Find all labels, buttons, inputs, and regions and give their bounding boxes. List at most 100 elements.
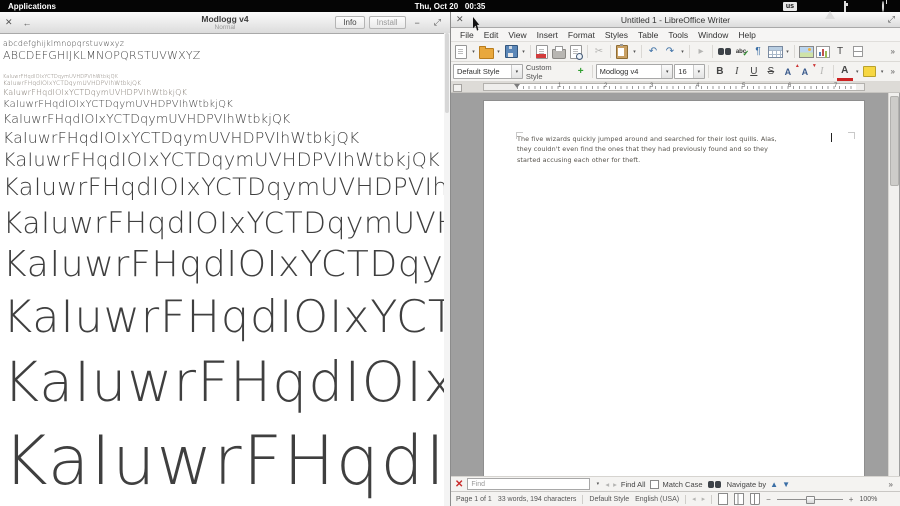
notifications-icon[interactable]	[863, 2, 873, 11]
italic-icon[interactable]: I	[729, 64, 745, 80]
find-input[interactable]: Find	[467, 478, 590, 490]
install-button[interactable]: Install	[369, 16, 406, 29]
minimize-icon[interactable]: −	[410, 18, 425, 28]
find-all-button[interactable]: Find All	[621, 480, 646, 489]
network-icon[interactable]	[825, 2, 835, 11]
font-color-icon[interactable]: A	[837, 62, 853, 81]
export-pdf-icon[interactable]	[534, 44, 550, 60]
undo-icon[interactable]: ↶	[645, 44, 661, 60]
document-page[interactable]: The five wizards quickly jumped around a…	[483, 100, 865, 476]
find-history-dropdown[interactable]: ▾	[594, 481, 601, 487]
open-dropdown[interactable]: ▾	[495, 49, 502, 55]
clear-formatting-icon[interactable]: I	[814, 64, 830, 80]
close-find-icon[interactable]: ✕	[455, 479, 463, 490]
horizontal-ruler[interactable]: 1 2 3 4 5 6 7	[451, 82, 900, 93]
battery-icon[interactable]	[844, 2, 854, 11]
zoom-level[interactable]: 100%	[859, 496, 877, 503]
indent-marker[interactable]	[514, 84, 520, 88]
page-style[interactable]: Default Style	[589, 496, 629, 503]
insert-textbox-icon[interactable]: T	[832, 44, 848, 60]
menu-insert[interactable]: Insert	[532, 30, 563, 40]
scrollbar-thumb[interactable]	[890, 96, 899, 186]
underline-icon[interactable]: U	[746, 64, 762, 80]
single-page-view-icon[interactable]	[718, 493, 728, 505]
font-color-dropdown[interactable]: ▾	[854, 69, 861, 75]
insert-table-dropdown[interactable]: ▾	[784, 49, 791, 55]
book-view-icon[interactable]	[750, 493, 760, 505]
menu-view[interactable]: View	[503, 30, 531, 40]
paragraph-style-combo[interactable]: Default Style ▾	[453, 64, 523, 79]
redo-dropdown[interactable]: ▾	[679, 49, 686, 55]
find-replace-icon[interactable]	[707, 476, 723, 492]
find-replace-icon[interactable]	[716, 44, 732, 60]
word-count[interactable]: 33 words, 194 characters	[498, 496, 577, 503]
new-document-icon[interactable]	[453, 44, 469, 60]
navigate-previous-icon[interactable]: ▲	[770, 480, 778, 489]
spelling-icon[interactable]: abc✓	[733, 44, 749, 60]
page-count[interactable]: Page 1 of 1	[456, 496, 492, 503]
find-next-icon[interactable]: ▸	[613, 480, 617, 489]
text-language[interactable]: English (USA)	[635, 496, 679, 503]
chevron-down-icon[interactable]: ▾	[693, 65, 704, 78]
toolbar-overflow-icon[interactable]: »	[888, 67, 898, 76]
back-icon[interactable]: ←	[18, 18, 37, 28]
applications-menu[interactable]: Applications	[0, 2, 64, 11]
find-previous-icon[interactable]: ◂	[605, 480, 609, 489]
menu-help[interactable]: Help	[733, 30, 760, 40]
zoom-slider-thumb[interactable]	[806, 496, 815, 504]
save-dropdown[interactable]: ▾	[520, 49, 527, 55]
formatting-marks-icon[interactable]: ¶	[750, 44, 766, 60]
document-text[interactable]: The five wizards quickly jumped around a…	[517, 134, 855, 165]
paste-dropdown[interactable]: ▾	[631, 49, 638, 55]
zoom-slider[interactable]	[777, 495, 843, 504]
highlight-dropdown[interactable]: ▾	[879, 69, 886, 75]
decrease-font-icon[interactable]: A▼	[797, 64, 813, 80]
menu-file[interactable]: File	[455, 30, 479, 40]
redo-icon[interactable]: ↷	[662, 44, 678, 60]
print-icon[interactable]	[551, 44, 567, 60]
maximize-icon[interactable]: ⤢	[883, 14, 900, 25]
new-document-dropdown[interactable]: ▾	[470, 49, 477, 55]
bold-icon[interactable]: B	[712, 64, 728, 80]
navigate-next-icon[interactable]: ▼	[782, 480, 790, 489]
menu-format[interactable]: Format	[563, 30, 600, 40]
findbar-overflow-icon[interactable]: »	[886, 480, 896, 489]
zoom-in-icon[interactable]: +	[849, 495, 854, 504]
toolbar-overflow-icon[interactable]: »	[888, 47, 898, 56]
clone-formatting-icon[interactable]: ▸	[693, 44, 709, 60]
tab-stop-selector[interactable]	[453, 84, 462, 92]
new-style-icon[interactable]: +	[573, 64, 589, 80]
multi-page-view-icon[interactable]	[734, 493, 744, 505]
maximize-icon[interactable]: ⤢	[429, 17, 446, 28]
custom-style-button[interactable]: Custom Style	[524, 63, 572, 81]
chevron-down-icon[interactable]: ▾	[661, 65, 672, 78]
paste-icon[interactable]	[614, 44, 630, 60]
insert-table-icon[interactable]	[767, 44, 783, 60]
keyboard-layout-indicator[interactable]: us	[783, 2, 797, 11]
strikethrough-icon[interactable]: S	[763, 64, 779, 80]
vertical-scrollbar[interactable]	[888, 93, 899, 476]
cut-icon[interactable]: ✂	[591, 44, 607, 60]
insert-chart-icon[interactable]	[815, 44, 831, 60]
print-preview-icon[interactable]	[568, 44, 584, 60]
document-modified-icon[interactable]: ▸	[702, 495, 706, 503]
font-size-combo[interactable]: 16 ▾	[674, 64, 705, 79]
save-icon[interactable]	[503, 44, 519, 60]
info-button[interactable]: Info	[335, 16, 364, 29]
open-icon[interactable]	[478, 44, 494, 60]
menu-styles[interactable]: Styles	[600, 30, 633, 40]
menu-window[interactable]: Window	[693, 30, 733, 40]
close-icon[interactable]: ✕	[451, 14, 469, 25]
match-case-checkbox[interactable]	[650, 480, 659, 489]
font-name-combo[interactable]: Modlogg v4 ▾	[596, 64, 674, 79]
highlight-color-icon[interactable]	[862, 64, 878, 80]
menu-tools[interactable]: Tools	[663, 30, 693, 40]
chevron-down-icon[interactable]: ▾	[511, 65, 522, 78]
increase-font-icon[interactable]: A▲	[780, 64, 796, 80]
menu-edit[interactable]: Edit	[479, 30, 504, 40]
power-icon[interactable]	[882, 2, 892, 11]
page-break-icon[interactable]	[849, 44, 865, 60]
menu-table[interactable]: Table	[633, 30, 663, 40]
zoom-out-icon[interactable]: −	[766, 495, 771, 504]
insert-image-icon[interactable]	[798, 44, 814, 60]
